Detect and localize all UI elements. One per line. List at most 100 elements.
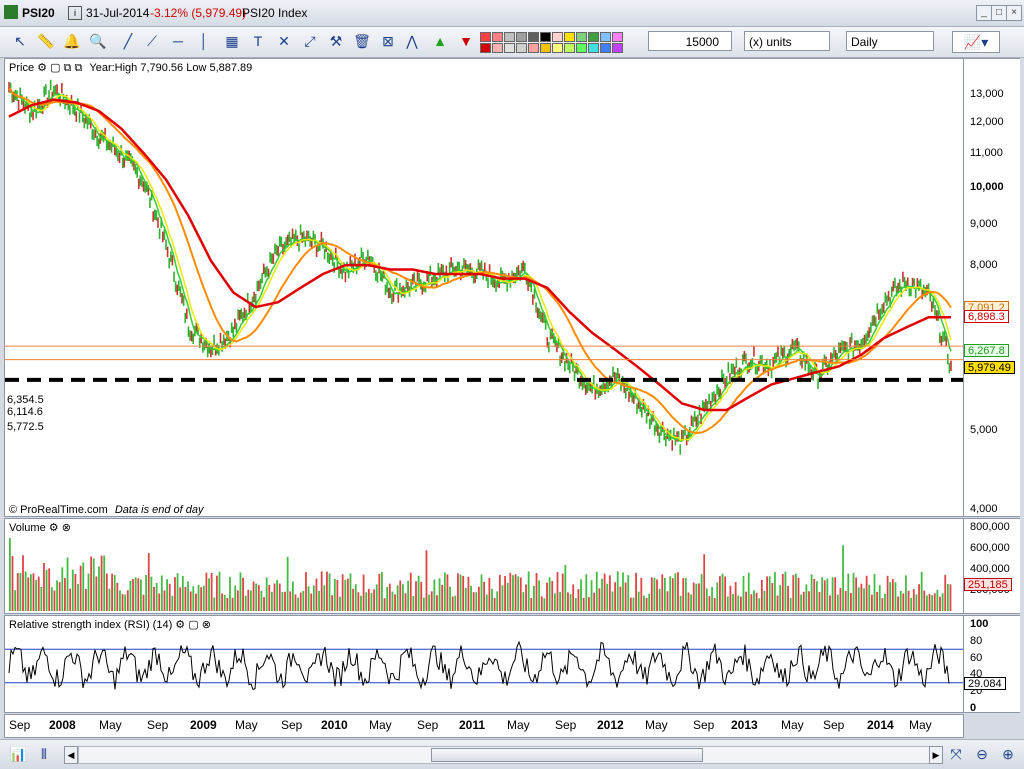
price-bar <box>278 236 281 247</box>
volume-bar <box>724 576 727 611</box>
volume-chart[interactable] <box>5 519 963 613</box>
price-bar <box>838 342 840 353</box>
close-icon[interactable]: ⊗ <box>62 522 71 534</box>
color-palette[interactable] <box>480 30 632 54</box>
volume-bar <box>564 564 567 611</box>
price-bar <box>178 280 180 292</box>
volume-bar <box>556 572 559 611</box>
volume-bar <box>863 588 865 611</box>
volume-bar <box>218 571 221 611</box>
down-arrow-icon[interactable]: ▼ <box>456 31 476 51</box>
volume-bar <box>449 586 451 611</box>
vertical-line-icon[interactable]: │ <box>194 31 214 51</box>
volume-bar <box>653 577 656 611</box>
wrench-icon[interactable]: ⚙ <box>175 619 185 631</box>
units-select[interactable]: (x) units <box>744 31 830 51</box>
copy-icon[interactable]: ⧉ <box>74 62 82 74</box>
close-icon[interactable]: ⊗ <box>202 619 211 631</box>
volume-bar <box>742 576 745 611</box>
up-arrow-icon[interactable]: ▲ <box>430 31 450 51</box>
volume-bar <box>595 571 598 611</box>
price-bar <box>189 330 191 341</box>
zoom-icon[interactable]: 🔍 <box>88 31 108 51</box>
cursor-icon[interactable]: ↖ <box>10 31 30 51</box>
zoom-fit-icon[interactable]: ⤧ <box>946 744 966 764</box>
fibonacci-icon[interactable]: ✕ <box>274 31 294 51</box>
wave-icon[interactable]: ⋀ <box>402 31 422 51</box>
rsi-panel[interactable]: Relative strength index (RSI) (14) ⚙ ▢ ⊗ <box>4 615 964 713</box>
price-bar <box>804 360 807 371</box>
wrench-icon[interactable]: ⚙ <box>37 62 47 74</box>
trendline-icon[interactable]: ╱ <box>118 31 138 51</box>
time-tick-label: May <box>369 718 392 732</box>
volume-bar <box>289 591 292 611</box>
price-bar <box>876 303 879 314</box>
price-bar <box>137 178 140 190</box>
tools-icon[interactable]: ⚒ <box>326 31 346 51</box>
bar-style-icon[interactable]: ⦀ <box>34 744 54 764</box>
ray-icon[interactable]: ⟋ <box>142 31 162 51</box>
indicators-icon[interactable]: 📈▾ <box>952 31 1000 53</box>
chart-type-icon[interactable]: 📊 <box>8 744 28 764</box>
price-bar <box>841 340 843 351</box>
volume-bar <box>226 597 229 611</box>
zoom-in-icon[interactable]: ⊕ <box>998 744 1018 764</box>
price-bar <box>75 111 78 122</box>
wrench-icon[interactable]: ⚙ <box>49 522 59 534</box>
price-bar <box>884 292 887 303</box>
volume-bar <box>205 572 208 611</box>
price-bar <box>8 82 10 93</box>
delete-icon[interactable]: 🗑 <box>352 31 372 51</box>
text-icon[interactable]: T <box>248 31 268 51</box>
price-bar <box>942 331 944 342</box>
volume-bar <box>402 584 404 611</box>
alarm-icon[interactable]: 🔔 <box>62 31 82 51</box>
scrollbar-thumb[interactable] <box>431 748 703 762</box>
gann-icon[interactable]: ⤢ <box>300 31 320 51</box>
scrollbar-track[interactable] <box>78 746 930 764</box>
time-tick-label: Sep <box>147 718 169 732</box>
price-bar <box>354 253 356 265</box>
window-icon[interactable]: ▢ <box>50 62 60 74</box>
volume-panel[interactable]: Volume ⚙ ⊗ <box>4 518 964 614</box>
ruler-icon[interactable]: 📏 <box>36 31 56 51</box>
title-bar: PSI20 i 31-Jul-2014 -3.12% (5,979.49) PS… <box>0 0 1024 27</box>
price-bar <box>469 263 472 274</box>
price-bar <box>299 224 302 235</box>
time-tick-label: May <box>781 718 804 732</box>
price-bar <box>149 197 151 209</box>
volume-bar <box>551 581 554 611</box>
window-icon[interactable]: ▢ <box>188 619 198 631</box>
volume-bar <box>800 594 803 611</box>
volume-bar <box>514 574 517 611</box>
zoom-out-icon[interactable]: ⊖ <box>972 744 992 764</box>
price-bar <box>930 301 933 312</box>
scroll-left-button[interactable]: ◀ <box>64 746 78 764</box>
price-tick-label: 5,000 <box>970 424 998 437</box>
volume-bar <box>255 583 258 611</box>
volume-bar <box>344 579 347 611</box>
scroll-right-button[interactable]: ▶ <box>929 746 943 764</box>
volume-bar <box>753 590 755 611</box>
price-bar <box>387 287 390 299</box>
horizontal-line-icon[interactable]: ─ <box>168 31 188 51</box>
pattern-icon[interactable]: ⊠ <box>378 31 398 51</box>
volume-bar <box>346 578 349 611</box>
price-bar <box>48 90 50 101</box>
price-bar <box>17 99 20 111</box>
minimize-button[interactable]: _ <box>976 5 992 21</box>
camera-icon[interactable]: ⧉ <box>64 62 72 74</box>
close-button[interactable]: × <box>1006 5 1022 21</box>
volume-bar <box>572 584 575 611</box>
price-bar <box>256 280 259 292</box>
info-icon[interactable]: i <box>68 6 82 20</box>
volume-bar <box>56 580 58 611</box>
channel-icon[interactable]: ▦ <box>222 31 242 51</box>
price-panel[interactable]: Price ⚙ ▢ ⧉ ⧉ Year:High 7,790.56 Low 5,8… <box>4 58 964 517</box>
price-bar <box>850 332 853 344</box>
maximize-button[interactable]: □ <box>991 5 1007 21</box>
chart-icon[interactable] <box>4 5 18 19</box>
price-chart[interactable] <box>5 59 963 516</box>
period-select[interactable]: Daily <box>846 31 934 51</box>
quantity-input[interactable]: 15000 <box>648 31 732 51</box>
